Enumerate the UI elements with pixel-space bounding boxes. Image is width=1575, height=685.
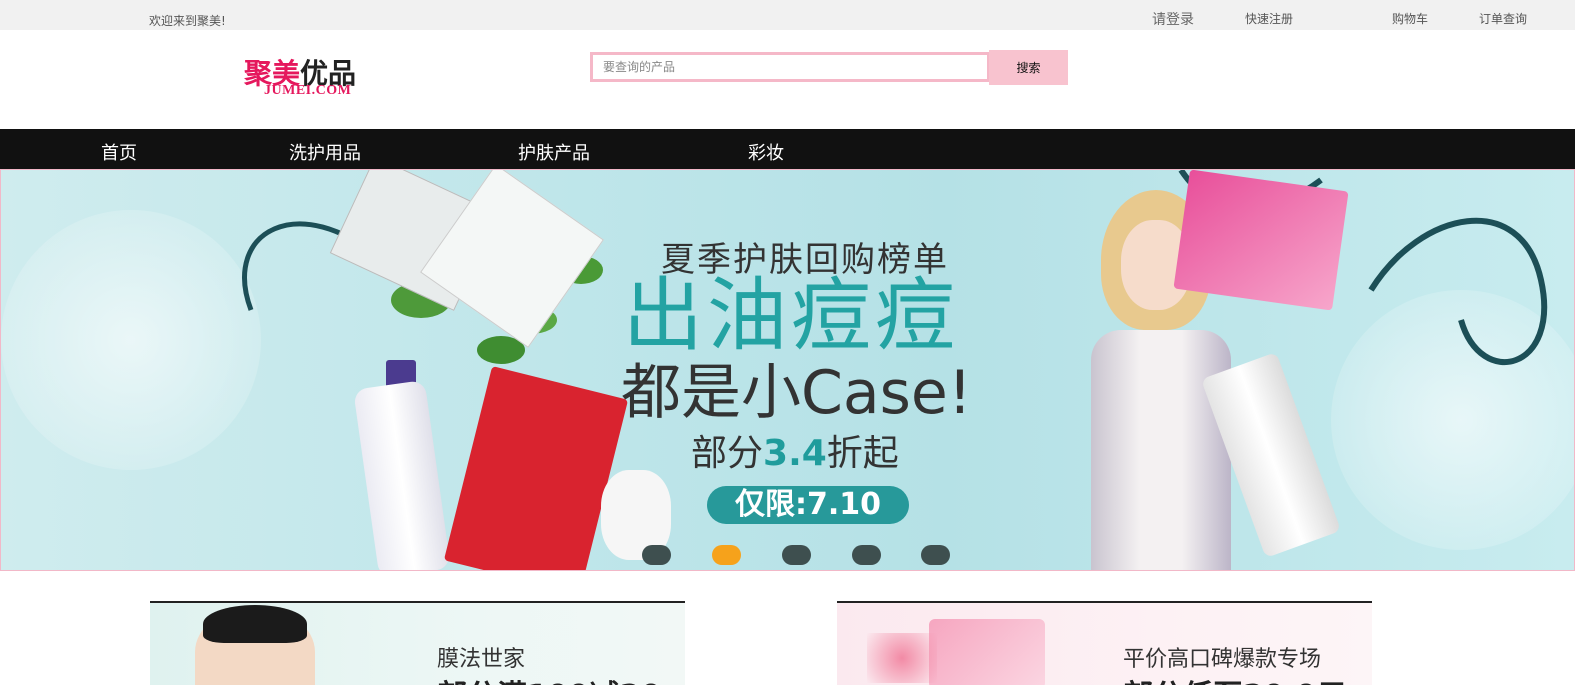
register-link[interactable]: 快速注册 <box>1245 10 1293 27</box>
carousel-dot[interactable] <box>852 545 881 565</box>
welcome-text: 欢迎来到聚美! <box>149 14 226 28</box>
nav-item-home[interactable]: 首页 <box>101 139 137 165</box>
promo-powder-splash <box>867 633 937 683</box>
promo-card-bestsellers[interactable]: 平价高口碑爆款专场 部分低至29.9元 <box>837 601 1372 685</box>
logo-english: JUMEI.COM <box>264 83 352 98</box>
banner-deadline-badge: 仅限:7.10 <box>707 486 909 524</box>
cart-link[interactable]: 购物车 <box>1392 10 1428 27</box>
nav-item-skincare[interactable]: 护肤产品 <box>518 139 590 165</box>
search-button[interactable]: 搜索 <box>989 50 1068 85</box>
promo-title: 平价高口碑爆款专场 <box>1123 647 1322 672</box>
top-utility-bar: 欢迎来到聚美! 请登录 快速注册 购物车 订单查询 <box>0 0 1575 30</box>
login-link[interactable]: 请登录 <box>1152 9 1194 29</box>
nav-item-washcare[interactable]: 洗护用品 <box>289 139 361 165</box>
site-header: 聚美优品 JUMEI.COM 搜索 <box>0 30 1575 129</box>
banner-carousel[interactable]: 夏季护肤回购榜单 出油痘痘 都是小Case! 部分3.4折起 仅限:7.10 <box>0 169 1575 571</box>
promo-model-image <box>195 605 315 685</box>
promo-card-mask[interactable]: 膜法世家 部分满199减20 <box>150 601 685 685</box>
carousel-dot[interactable] <box>642 545 671 565</box>
carousel-dot-active[interactable] <box>712 545 741 565</box>
banner-sub-text: 都是小Case! <box>621 358 972 428</box>
jumei-logo[interactable]: 聚美优品 JUMEI.COM <box>244 52 384 102</box>
promo-title: 膜法世家 <box>437 647 526 672</box>
search-input[interactable] <box>593 55 983 79</box>
nav-item-makeup[interactable]: 彩妆 <box>748 139 784 165</box>
promo-product-image <box>929 619 1045 685</box>
carousel-dot[interactable] <box>921 545 950 565</box>
banner-big-text: 出油痘痘 <box>623 269 959 362</box>
main-nav: 首页 洗护用品 护肤产品 彩妆 <box>0 129 1575 169</box>
carousel-dot[interactable] <box>782 545 811 565</box>
order-query-link[interactable]: 订单查询 <box>1479 10 1527 27</box>
search-box <box>590 52 990 82</box>
banner-discount: 部分3.4折起 <box>691 433 899 474</box>
pink-mask-box <box>1173 170 1349 311</box>
